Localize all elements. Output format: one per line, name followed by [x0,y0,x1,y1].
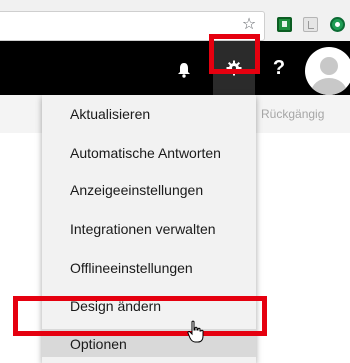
menu-item-display-settings[interactable]: Anzeigeeinstellungen [70,181,203,199]
help-button[interactable]: ? [258,41,300,95]
extension-circle-icon[interactable] [330,17,345,32]
highlight-frame-gear [209,34,260,74]
menu-item-refresh[interactable]: Aktualisieren [70,105,150,123]
bell-icon[interactable] [170,59,198,81]
undo-button[interactable]: Rückgängig [261,107,324,121]
menu-item-manage-integrations[interactable]: Integrationen verwalten [70,220,216,238]
bell-icon-glyph [178,63,190,78]
avatar[interactable] [305,47,350,95]
hand-cursor-icon [187,320,204,343]
browser-toolbar: ☆ [0,0,350,41]
highlight-frame-menu-item [13,296,267,336]
app-header: ? [0,41,350,95]
menu-item-offline-settings[interactable]: Offlineeinstellungen [70,259,193,277]
menu-item-auto-replies[interactable]: Automatische Antworten [70,144,221,162]
extension-green-icon[interactable] [277,17,292,32]
menu-item-options-label: Optionen [70,336,127,352]
star-icon[interactable]: ☆ [240,16,258,34]
extension-gray-icon[interactable] [303,17,318,32]
